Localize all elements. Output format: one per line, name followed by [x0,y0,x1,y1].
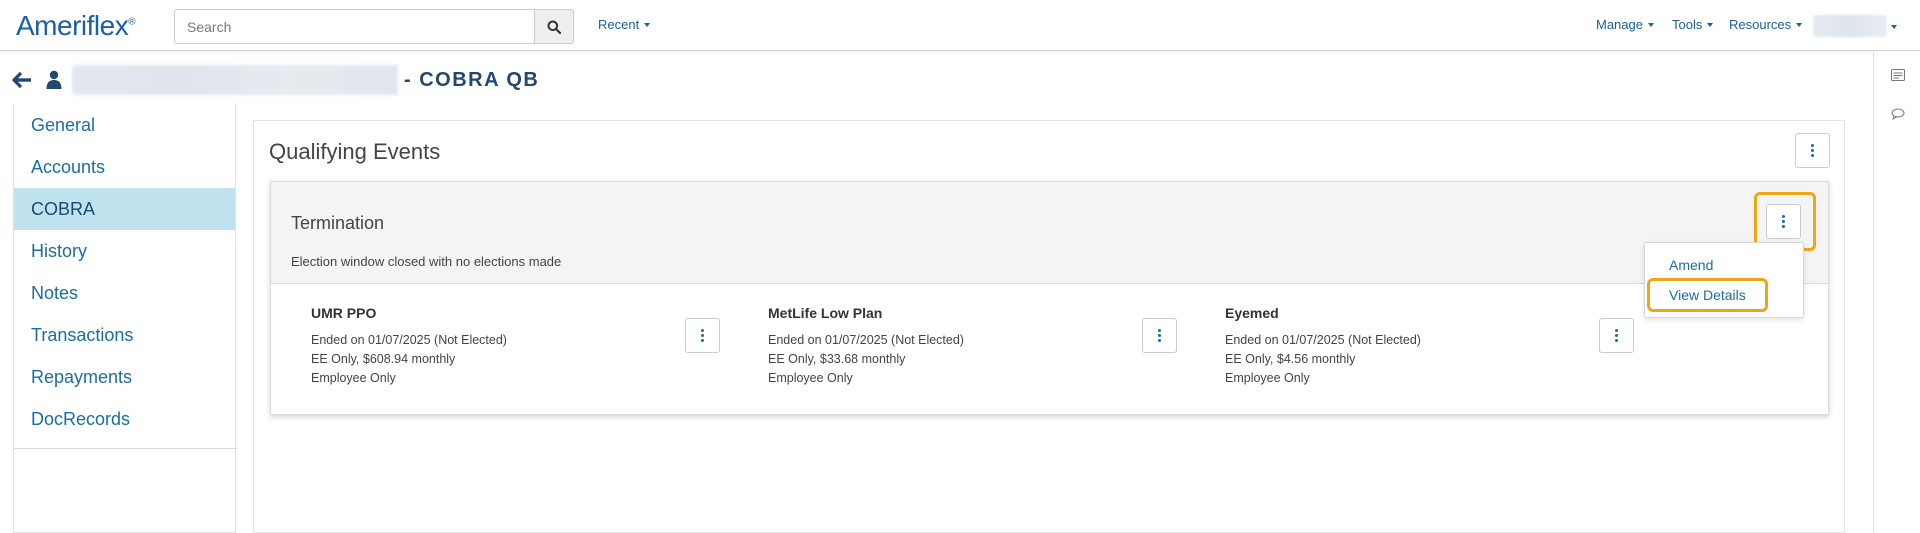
sidebar-item-general[interactable]: General [14,104,235,146]
chevron-down-icon [1707,22,1714,27]
more-vertical-icon [701,329,704,342]
sidebar-item-accounts[interactable]: Accounts [14,146,235,188]
tools-menu[interactable]: Tools [1672,17,1714,32]
chevron-down-icon [1647,22,1654,27]
right-tool-strip [1873,52,1920,533]
search-input[interactable] [174,9,535,44]
highlight-box [1647,278,1768,312]
chevron-down-icon [1796,22,1803,27]
plan-options-button[interactable] [1599,318,1634,353]
plan-name: Eyemed [1225,305,1279,321]
search-bar [174,9,574,44]
more-vertical-icon [1615,329,1618,342]
left-sidebar: General Accounts COBRA History Notes Tra… [13,104,237,533]
event-status-text: Election window closed with no elections… [291,254,562,269]
person-icon [46,70,62,89]
chevron-down-icon[interactable] [1891,25,1897,29]
sidebar-item-history[interactable]: History [14,230,235,272]
plan-rate: EE Only, $4.56 monthly [1225,352,1356,366]
plan-card: Eyemed Ended on 01/07/2025 (Not Elected)… [1225,305,1525,388]
chevron-down-icon [644,22,651,27]
resources-label: Resources [1729,17,1792,32]
recent-label: Recent [598,17,640,32]
main-panel: Qualifying Events Termination Election w… [253,120,1845,533]
plan-status: Ended on 01/07/2025 (Not Elected) [1225,333,1421,347]
plan-card: UMR PPO Ended on 01/07/2025 (Not Elected… [311,305,611,388]
resources-menu[interactable]: Resources [1729,17,1803,32]
chat-icon[interactable] [1891,108,1905,120]
plan-coverage: Employee Only [768,371,853,385]
section-options-button[interactable] [1795,133,1830,168]
page-title: - COBRA QB [404,68,540,91]
plan-card: MetLife Low Plan Ended on 01/07/2025 (No… [768,305,1068,388]
sidebar-item-docrecords[interactable]: DocRecords [14,398,235,440]
sidebar-item-notes[interactable]: Notes [14,272,235,314]
manage-label: Manage [1596,17,1643,32]
sidebar-item-transactions[interactable]: Transactions [14,314,235,356]
plan-options-button[interactable] [1142,318,1177,353]
card-icon[interactable] [1891,69,1905,81]
more-vertical-icon [1158,329,1161,342]
page-header: - COBRA QB [12,64,539,96]
event-header: Termination Election window closed with … [271,182,1828,284]
plan-rate: EE Only, $33.68 monthly [768,352,906,366]
plan-options-button[interactable] [685,318,720,353]
event-title: Termination [291,213,385,233]
plan-status: Ended on 01/07/2025 (Not Elected) [311,333,507,347]
menu-item-amend[interactable]: Amend [1669,257,1713,273]
recent-menu[interactable]: Recent [598,17,651,32]
manage-menu[interactable]: Manage [1596,17,1654,32]
member-name-redacted [72,65,398,95]
qualifying-event-card: Termination Election window closed with … [270,181,1829,415]
sidebar-item-repayments[interactable]: Repayments [14,356,235,398]
sidebar-item-cobra[interactable]: COBRA [14,188,235,230]
search-button[interactable] [535,9,574,44]
section-title: Qualifying Events [269,139,441,164]
back-arrow-icon[interactable] [12,70,32,90]
more-vertical-icon [1811,144,1814,157]
plan-name: UMR PPO [311,305,377,321]
tools-label: Tools [1672,17,1703,32]
plan-coverage: Employee Only [1225,371,1310,385]
user-menu-redacted[interactable] [1813,15,1887,37]
search-icon [547,20,561,34]
ameriflex-logo[interactable]: Ameriflex® [16,10,136,42]
plan-rate: EE Only, $608.94 monthly [311,352,456,366]
sidebar-divider [14,448,237,449]
top-navbar: Ameriflex® Recent Manage Tools Resources [0,0,1920,51]
plan-status: Ended on 01/07/2025 (Not Elected) [768,333,964,347]
plan-coverage: Employee Only [311,371,396,385]
plan-name: MetLife Low Plan [768,305,883,321]
